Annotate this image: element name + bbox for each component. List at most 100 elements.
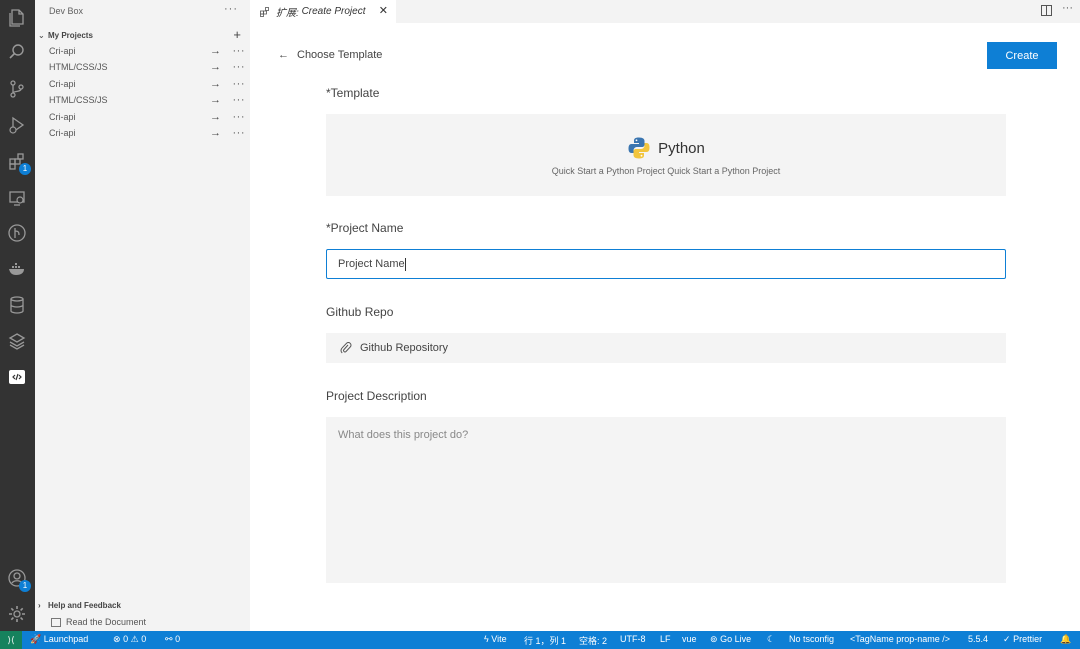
extensions-tab-icon: [260, 6, 269, 17]
encoding[interactable]: UTF-8: [620, 634, 646, 644]
broadcast-icon: ⊚: [710, 634, 718, 644]
notifications-bell-icon[interactable]: 🔔: [1060, 634, 1071, 645]
docker-icon[interactable]: [5, 257, 29, 281]
source-control-icon[interactable]: [5, 77, 29, 101]
description-placeholder: What does this project do?: [338, 429, 469, 441]
tab-title: Create Project: [301, 6, 366, 17]
editor-area: ← Choose Template Create *Template Pytho…: [250, 23, 1080, 631]
project-description-label: Project Description: [326, 389, 427, 403]
github-repo-placeholder: Github Repository: [360, 342, 449, 354]
problems-item[interactable]: ⊗ 0 ⚠ 0: [113, 634, 146, 645]
project-name-label: *Project Name: [326, 221, 404, 235]
launchpad-label: Launchpad: [43, 634, 89, 644]
project-item[interactable]: Cri-api → ···: [49, 109, 249, 125]
template-title: Python: [326, 136, 1006, 160]
account-icon[interactable]: 1: [5, 566, 31, 592]
help-feedback-section[interactable]: › Help and Feedback: [38, 601, 121, 610]
open-arrow-icon[interactable]: →: [210, 127, 221, 139]
sidebar-title: Dev Box: [49, 6, 84, 16]
check-icon: ✓: [1003, 634, 1011, 644]
open-arrow-icon[interactable]: →: [210, 61, 221, 73]
tsconfig-item[interactable]: No tsconfig: [789, 634, 834, 644]
remote-explorer-icon[interactable]: [5, 186, 29, 210]
project-label: Cri-api: [49, 79, 76, 89]
run-debug-icon[interactable]: [5, 113, 29, 137]
more-icon[interactable]: ···: [233, 45, 246, 57]
more-icon[interactable]: ···: [233, 111, 246, 123]
vite-icon: ϟ: [484, 634, 489, 644]
project-item[interactable]: Cri-api → ···: [49, 76, 249, 92]
open-arrow-icon[interactable]: →: [210, 78, 221, 90]
project-label: Cri-api: [49, 128, 76, 138]
more-icon[interactable]: ···: [233, 78, 246, 90]
more-actions-icon[interactable]: ···: [224, 3, 238, 15]
my-projects-section[interactable]: ⌄ My Projects: [38, 28, 248, 42]
project-item[interactable]: HTML/CSS/JS → ···: [49, 92, 249, 108]
project-name-value: Project Name: [338, 258, 405, 270]
github-repo-input[interactable]: Github Repository: [326, 333, 1006, 363]
rocket-icon: 🚀: [30, 634, 42, 644]
ports-item[interactable]: ⚯ 0: [165, 634, 180, 645]
prettier-item[interactable]: ✓ Prettier: [1003, 634, 1042, 645]
moon-icon: ☾: [767, 634, 776, 644]
settings-gear-icon[interactable]: [5, 602, 29, 626]
project-item[interactable]: Cri-api → ···: [49, 125, 249, 141]
add-project-icon[interactable]: +: [233, 27, 241, 42]
project-label: HTML/CSS/JS: [49, 95, 108, 105]
go-live-item[interactable]: ⊚ Go Live: [710, 634, 751, 645]
warning-count: 0: [141, 634, 147, 644]
more-icon[interactable]: ···: [233, 61, 246, 73]
paperclip-icon: [340, 342, 352, 354]
vite-item[interactable]: ϟ Vite: [484, 634, 507, 644]
choose-template-back-link[interactable]: ← Choose Template: [278, 49, 382, 61]
git-graph-icon[interactable]: [5, 221, 29, 245]
close-icon[interactable]: ✕: [379, 4, 388, 17]
template-description: Quick Start a Python Project Quick Start…: [551, 166, 781, 176]
ports-icon: ⚯: [165, 634, 173, 644]
error-icon: ⊗: [113, 634, 121, 644]
project-name-input[interactable]: Project Name: [326, 249, 1006, 279]
chevron-down-icon: ⌄: [38, 30, 45, 40]
open-arrow-icon[interactable]: →: [210, 94, 221, 106]
version-item[interactable]: 5.5.4: [968, 634, 988, 644]
error-count: 0: [123, 634, 129, 644]
more-icon[interactable]: ···: [233, 94, 246, 106]
arrow-left-icon: ←: [278, 49, 289, 61]
language-mode[interactable]: vue: [682, 634, 697, 644]
tab-create-project[interactable]: 扩展: Create Project ✕: [250, 0, 396, 23]
more-icon[interactable]: ···: [233, 127, 246, 139]
python-logo-icon: [628, 137, 650, 159]
more-actions-icon[interactable]: ···: [1062, 2, 1073, 14]
project-label: HTML/CSS/JS: [49, 62, 108, 72]
open-arrow-icon[interactable]: →: [210, 111, 221, 123]
indentation[interactable]: 空格: 2: [579, 634, 607, 647]
search-icon[interactable]: [5, 40, 29, 64]
dev-box-icon[interactable]: [5, 365, 29, 389]
project-label: Cri-api: [49, 112, 76, 122]
launchpad-item[interactable]: 🚀 Launchpad: [30, 634, 88, 645]
cursor-position[interactable]: 行 1，列 1: [524, 634, 566, 647]
split-editor-icon[interactable]: [1041, 5, 1052, 16]
template-card[interactable]: Python Quick Start a Python Project Quic…: [326, 114, 1006, 196]
remote-indicator-icon[interactable]: ⟩⟨: [0, 631, 22, 649]
section-title: My Projects: [48, 30, 93, 40]
layers-icon[interactable]: [5, 329, 29, 353]
template-name: Python: [658, 139, 705, 157]
project-label: Cri-api: [49, 46, 76, 56]
project-item[interactable]: Cri-api → ···: [49, 43, 249, 59]
warning-icon: ⚠: [130, 634, 139, 644]
template-label: *Template: [326, 86, 380, 100]
tagname-item[interactable]: <TagName prop-name />: [850, 634, 950, 644]
tab-prefix: 扩展:: [276, 8, 299, 19]
extensions-icon[interactable]: 1: [5, 149, 31, 175]
create-button[interactable]: Create: [987, 42, 1057, 69]
project-description-textarea[interactable]: What does this project do?: [326, 417, 1006, 583]
database-icon[interactable]: [5, 293, 29, 317]
read-document-item[interactable]: Read the Document: [51, 617, 146, 627]
book-icon: [51, 617, 61, 627]
explorer-icon[interactable]: [5, 6, 29, 30]
open-arrow-icon[interactable]: →: [210, 45, 221, 57]
project-item[interactable]: HTML/CSS/JS → ···: [49, 59, 249, 75]
github-repo-label: Github Repo: [326, 305, 394, 319]
end-of-line[interactable]: LF: [660, 634, 671, 644]
